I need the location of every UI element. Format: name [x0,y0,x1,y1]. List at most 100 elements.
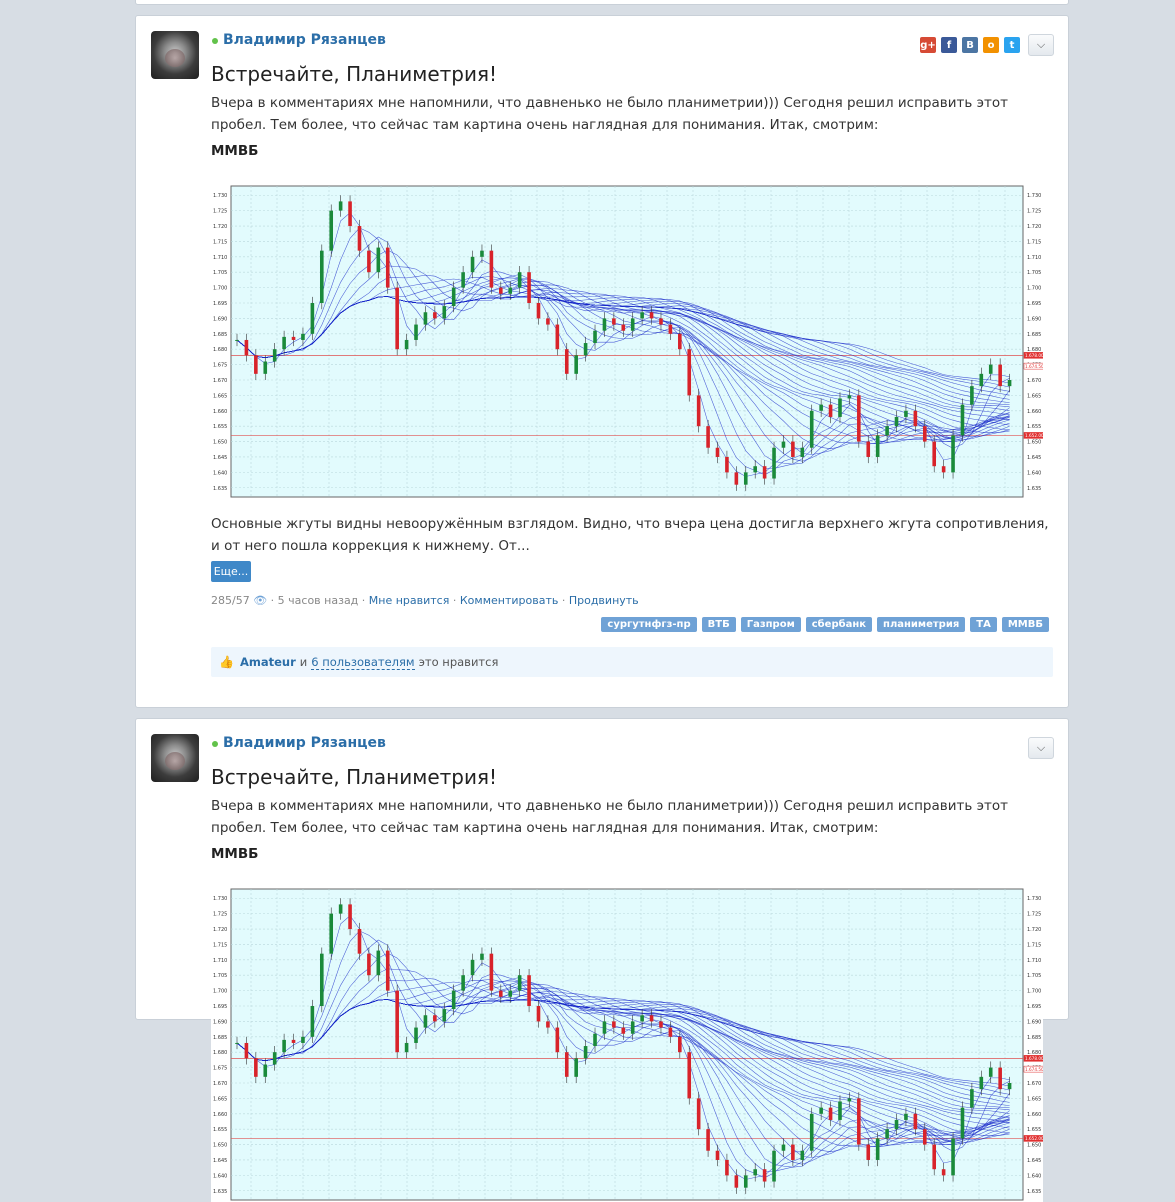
candle [508,287,513,294]
candle [715,1150,720,1160]
candle [423,1015,428,1028]
tag[interactable]: планиметрия [877,617,966,632]
y-tick-label: 1.640 [1027,1173,1041,1179]
facebook-icon[interactable]: f [941,37,957,53]
candle [838,398,842,417]
chart-plot-area [230,888,1024,1201]
post-menu-button[interactable]: ⌵ [1028,737,1054,759]
likes-count-link[interactable]: 6 пользователям [311,655,415,670]
candle [743,1175,748,1188]
y-tick-label: 1.665 [213,393,227,399]
candle [922,1129,927,1145]
like-link[interactable]: Мне нравится [369,594,450,607]
like-user[interactable]: Amateur [240,655,296,669]
candle [348,904,352,930]
y-tick-label: 1.730 [1027,896,1041,902]
y-tick-label: 1.725 [213,209,227,215]
candle [875,1138,880,1160]
candle [310,1006,315,1037]
candle [423,312,428,325]
chevron-down-icon: ⌵ [1036,38,1046,51]
candle [960,1107,965,1139]
candle [734,472,739,485]
y-tick-label: 1.705 [213,973,227,979]
price-mark-label: 1.674.50 [1025,364,1043,369]
tag[interactable]: ММВБ [1001,617,1049,632]
y-tick-label: 1.690 [213,1019,227,1025]
post-body: Основные жгуты видны невооружённым взгля… [211,516,1049,554]
candle [847,395,852,399]
chart-plot-area [230,185,1024,498]
candle [602,1021,607,1034]
y-tick-label: 1.645 [213,455,227,461]
tag[interactable]: ВТБ [701,617,736,632]
y-tick-label: 1.705 [1027,973,1041,979]
candle [517,272,522,288]
candle [291,1039,296,1043]
candle [395,287,399,350]
candle [244,1042,249,1059]
candle [678,1036,682,1053]
y-tick-label: 1.650 [213,440,227,446]
tag[interactable]: сбербанк [805,617,873,632]
y-tick-label: 1.655 [213,424,227,430]
vk-icon[interactable]: B [962,37,978,53]
candle [499,287,503,294]
tag[interactable]: ТА [970,617,997,632]
y-tick-label: 1.715 [213,239,227,245]
read-more-button[interactable]: Еще... [211,561,251,582]
comment-link[interactable]: Комментировать [460,594,558,607]
y-tick-label: 1.695 [213,1004,227,1010]
candle [546,318,550,325]
candle [743,472,748,485]
share-buttons: g+ f B o t [920,37,1020,53]
candle [734,1175,739,1188]
candle [564,349,569,374]
post-card: Владимир Рязанцев ⌵ Встречайте, Планимет… [135,718,1069,1202]
candle [866,441,871,457]
tag[interactable]: сургутнфгз-пр [601,617,697,632]
candle [960,404,965,436]
candle [555,1027,560,1053]
post-author[interactable]: Владимир Рязанцев [223,735,386,751]
candle [894,1119,899,1130]
y-tick-label: 1.685 [213,1035,227,1041]
y-tick-label: 1.660 [1027,409,1041,415]
candle [630,1021,635,1034]
twitter-icon[interactable]: t [1004,37,1020,53]
y-tick-label: 1.715 [1027,942,1041,948]
candle [263,1064,268,1077]
y-tick-label: 1.725 [213,912,227,918]
y-tick-label: 1.700 [1027,286,1041,292]
y-tick-label: 1.675 [213,363,227,369]
candle [574,1058,578,1077]
post-menu-button[interactable]: ⌵ [1028,34,1054,56]
y-tick-label: 1.725 [1027,912,1041,918]
promote-link[interactable]: Продвинуть [569,594,639,607]
y-tick-label: 1.655 [1027,1127,1041,1133]
candle [725,456,729,473]
google-plus-icon[interactable]: g+ [920,37,936,53]
candle [451,287,456,307]
candle [282,336,286,350]
odnoklassniki-icon[interactable]: o [983,37,999,53]
price-chart[interactable]: 1.730 1.730 1.725 1.725 1.720 1.720 1.715 1.715… [211,184,1043,499]
price-chart[interactable]: 1.730 1.730 1.725 1.725 1.720 1.720 1.715 1.715… [211,887,1043,1202]
candle [791,441,795,457]
post-title[interactable]: Встречайте, Планиметрия! [211,62,497,86]
candle [838,1101,842,1120]
y-tick-label: 1.640 [1027,470,1041,476]
candle [640,1015,644,1022]
candle [508,990,513,997]
candle [809,1113,814,1151]
post-author[interactable]: Владимир Рязанцев [223,32,386,48]
candle [536,1006,541,1022]
avatar[interactable] [151,31,199,79]
candle [489,250,494,288]
post-title[interactable]: Встречайте, Планиметрия! [211,765,497,789]
post-intro: Вчера в комментариях мне напомнили, что … [211,798,1009,836]
tag[interactable]: Газпром [740,617,801,632]
candle [932,441,937,467]
avatar[interactable] [151,734,199,782]
candle [828,1107,833,1120]
